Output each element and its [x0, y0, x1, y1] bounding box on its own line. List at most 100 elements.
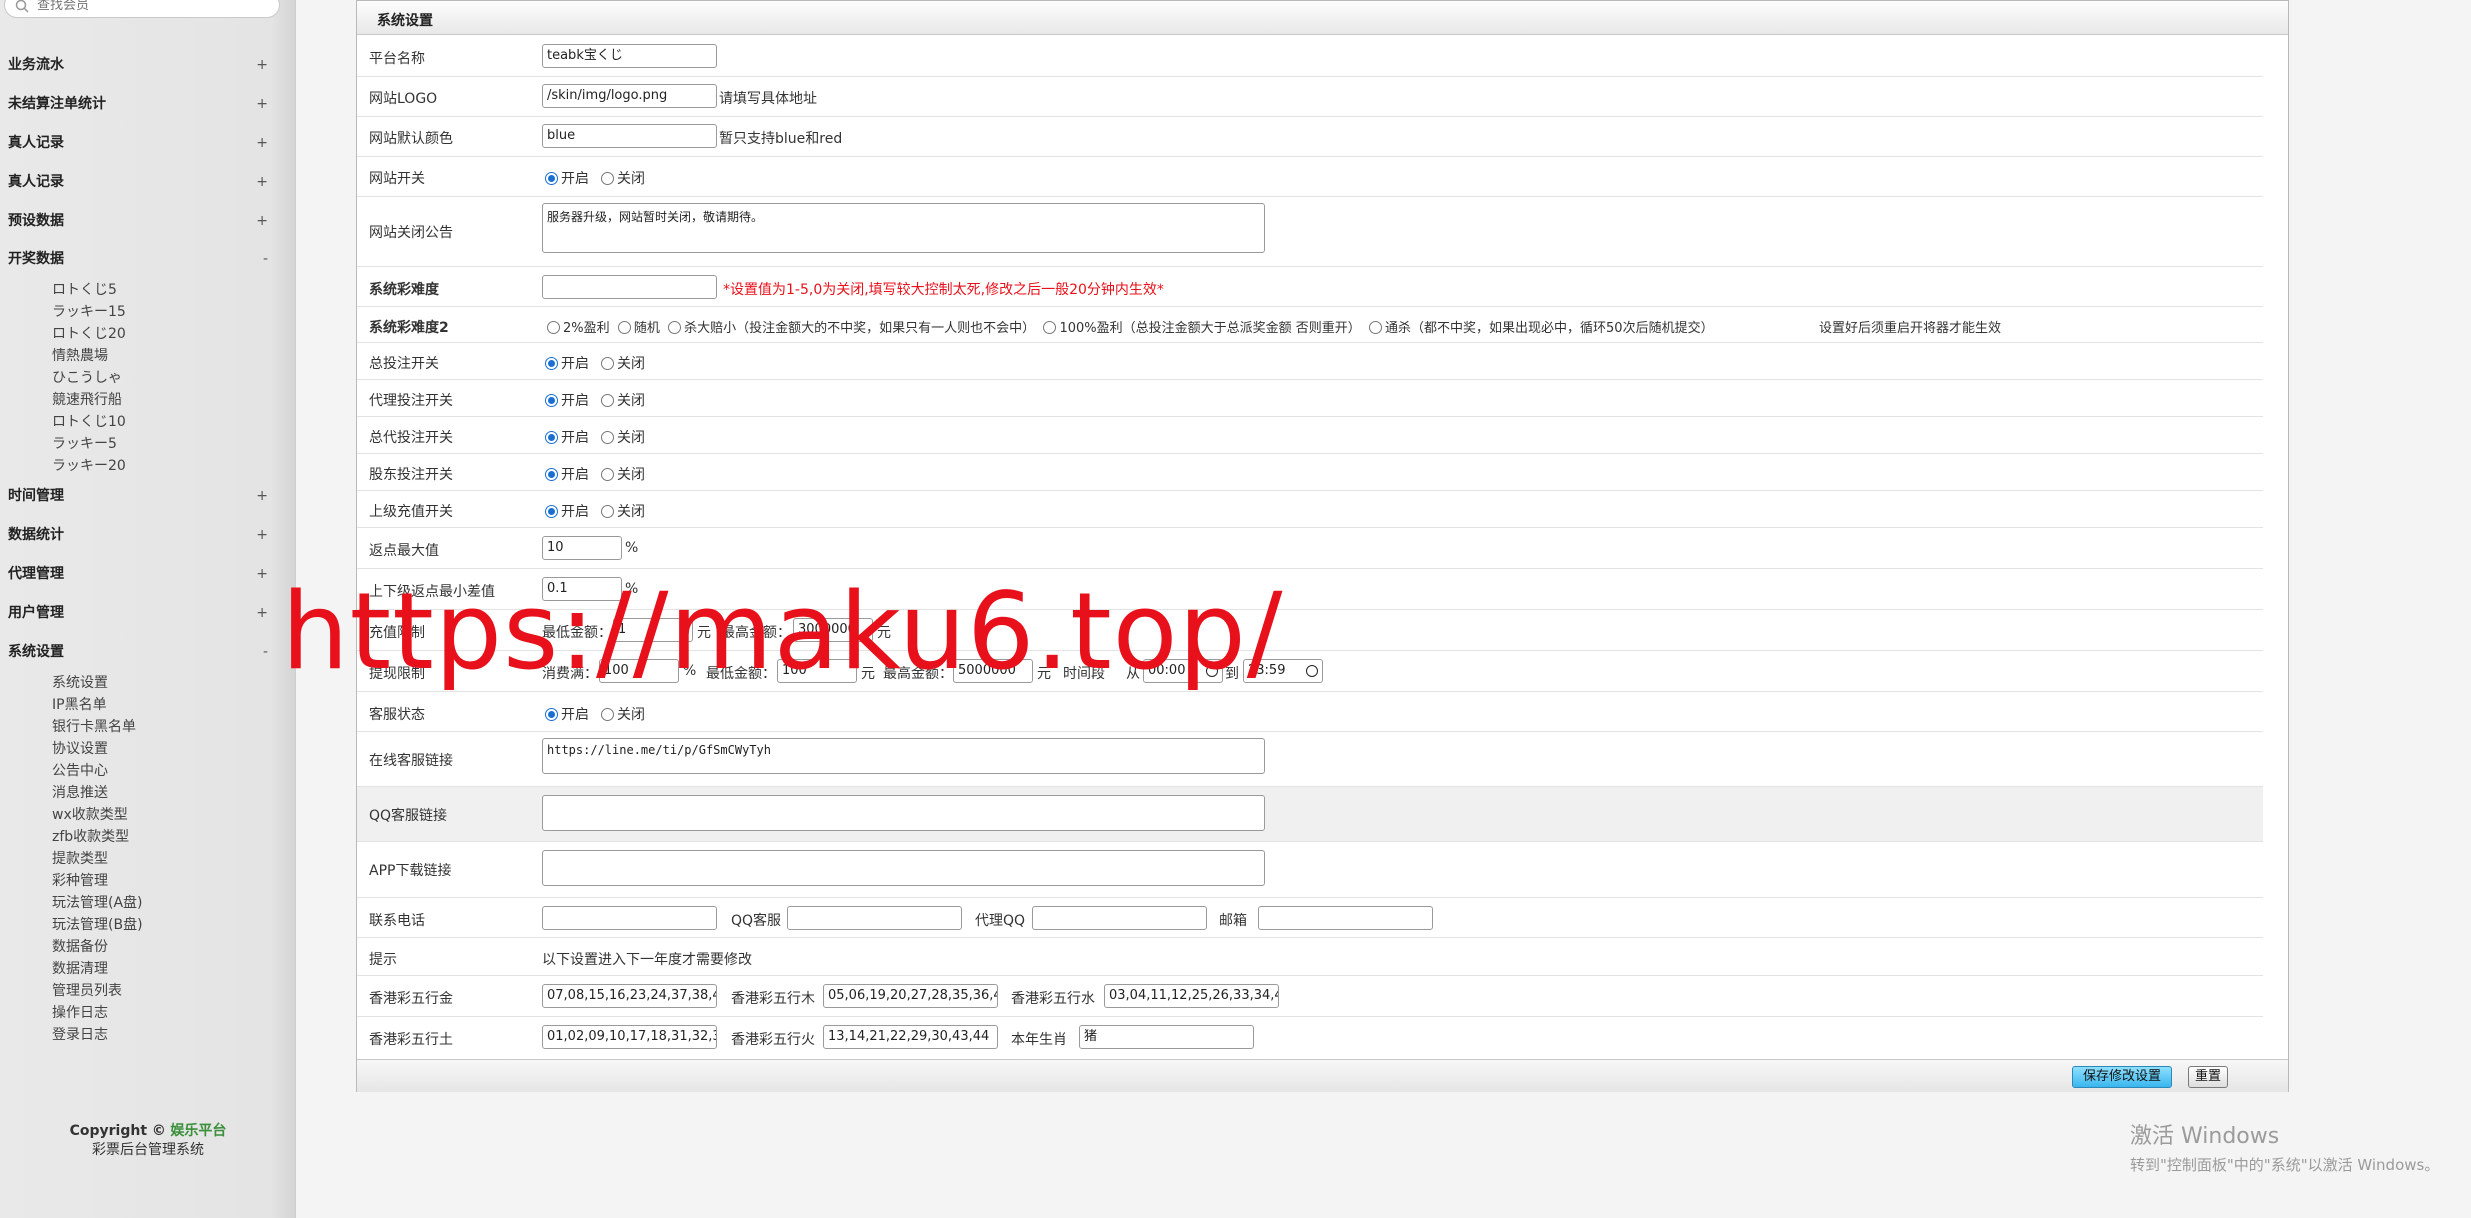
menu-agent-management[interactable]: 代理管理 + [8, 560, 268, 588]
collapse-icon[interactable]: - [263, 638, 268, 666]
site-switch-on-option[interactable]: 开启 [545, 168, 589, 188]
radio-icon[interactable] [617, 321, 631, 334]
radio-checked-icon[interactable] [545, 394, 558, 407]
member-search-input[interactable] [37, 0, 267, 14]
radio-checked-icon[interactable] [545, 505, 558, 518]
qq-service-textarea[interactable] [542, 795, 1265, 831]
sidebar-item-zfb-types[interactable]: zfb收款类型 [52, 826, 129, 848]
sidebar-item-rules-a[interactable]: 玩法管理(A盘) [52, 892, 143, 914]
menu-business-flow[interactable]: 业务流水 + [8, 51, 268, 79]
zodiac-input[interactable]: 猪 [1079, 1025, 1254, 1049]
radio-checked-icon[interactable] [545, 468, 558, 481]
save-settings-button[interactable]: 保存修改设置 [2072, 1066, 2172, 1088]
radio-icon[interactable] [547, 321, 560, 334]
expand-icon[interactable]: + [256, 51, 268, 79]
radio-checked-icon[interactable] [545, 708, 558, 721]
sidebar-item-withdraw-types[interactable]: 提款类型 [52, 848, 108, 870]
menu-system-settings[interactable]: 系统设置 - [8, 638, 268, 666]
sidebar-item-login-log[interactable]: 登录日志 [52, 1024, 108, 1046]
expand-icon[interactable]: + [256, 560, 268, 588]
sidebar-item-data-backup[interactable]: 数据备份 [52, 936, 108, 958]
radio-checked-icon[interactable] [545, 431, 558, 444]
member-search-box[interactable] [4, 0, 280, 18]
radio-icon[interactable] [1369, 321, 1383, 334]
menu-unsettled-stats[interactable]: 未结算注单统计 + [8, 90, 268, 118]
sidebar-item-airship[interactable]: 競速飛行船 [52, 389, 122, 411]
hk-water-input[interactable]: 03,04,11,12,25,26,33,34,41,42 [1104, 984, 1279, 1008]
radio-icon[interactable] [668, 321, 682, 334]
expand-icon[interactable]: + [256, 168, 268, 196]
shareholder-bet-off-option[interactable]: 关闭 [601, 464, 645, 484]
time-from-input[interactable]: 00:00 [1143, 659, 1223, 683]
radio-icon[interactable] [601, 394, 614, 407]
menu-user-management[interactable]: 用户管理 + [8, 599, 268, 627]
sidebar-item-passion-farm[interactable]: 情熱農場 [52, 345, 108, 367]
menu-draw-data[interactable]: 开奖数据 - [8, 245, 268, 273]
upper-recharge-off-option[interactable]: 关闭 [601, 501, 645, 521]
difficulty2-option-profit100[interactable]: 100%盈利（总投注金额大于总派奖金额 否则重开） [1043, 321, 1361, 336]
agent-qq-input[interactable] [1032, 906, 1207, 930]
service-status-on-option[interactable]: 开启 [545, 704, 589, 724]
radio-checked-icon[interactable] [545, 357, 558, 370]
agent-bet-on-option[interactable]: 开启 [545, 390, 589, 410]
radio-icon[interactable] [601, 431, 614, 444]
sidebar-item-lotto20[interactable]: ロトくじ20 [52, 323, 126, 345]
hk-wood-input[interactable]: 05,06,19,20,27,28,35,36,49 [823, 984, 998, 1008]
sidebar-item-hikousha[interactable]: ひこうしゃ [52, 367, 122, 389]
recharge-min-input[interactable]: 1 [613, 618, 693, 642]
radio-icon[interactable] [601, 357, 614, 370]
collapse-icon[interactable]: - [263, 245, 268, 273]
sidebar-item-wx-types[interactable]: wx收款类型 [52, 804, 128, 826]
menu-time-management[interactable]: 时间管理 + [8, 482, 268, 510]
difficulty2-option-profit2[interactable]: 2%盈利 [547, 321, 610, 336]
consume-input[interactable]: 100 [599, 659, 679, 683]
sidebar-item-admin-list[interactable]: 管理员列表 [52, 980, 122, 1002]
sidebar-item-lucky20[interactable]: ラッキー20 [52, 455, 126, 477]
hk-metal-input[interactable]: 07,08,15,16,23,24,37,38,45,46 [542, 984, 717, 1008]
qq-input[interactable] [787, 906, 962, 930]
sidebar-item-operation-log[interactable]: 操作日志 [52, 1002, 108, 1024]
radio-icon[interactable] [601, 172, 614, 185]
sidebar-item-bankcard-blacklist[interactable]: 银行卡黑名单 [52, 716, 136, 738]
hk-earth-input[interactable]: 01,02,09,10,17,18,31,32,39,40,47,48 [542, 1025, 717, 1049]
radio-icon[interactable] [1043, 321, 1057, 334]
rebate-max-input[interactable]: 10 [542, 536, 622, 560]
shareholder-bet-on-option[interactable]: 开启 [545, 464, 589, 484]
bet-switch-on-option[interactable]: 开启 [545, 353, 589, 373]
agent-bet-off-option[interactable]: 关闭 [601, 390, 645, 410]
sidebar-item-notice-center[interactable]: 公告中心 [52, 760, 108, 782]
default-color-input[interactable]: blue [542, 124, 717, 148]
expand-icon[interactable]: + [256, 207, 268, 235]
difficulty-input[interactable] [542, 275, 717, 299]
menu-live-records-2[interactable]: 真人记录 + [8, 168, 268, 196]
difficulty2-option-kill-all[interactable]: 通杀（都不中奖，如果出现必中，循环50次后随机提交） [1369, 321, 1714, 336]
sidebar-item-lotto5[interactable]: ロトくじ5 [52, 279, 117, 301]
general-agent-bet-off-option[interactable]: 关闭 [601, 427, 645, 447]
difficulty2-option-random[interactable]: 随机 [617, 321, 660, 336]
sidebar-item-lucky15[interactable]: ラッキー15 [52, 301, 126, 323]
bet-switch-off-option[interactable]: 关闭 [601, 353, 645, 373]
general-agent-bet-on-option[interactable]: 开启 [545, 427, 589, 447]
logo-input[interactable]: /skin/img/logo.png [542, 84, 717, 108]
menu-data-stats[interactable]: 数据统计 + [8, 521, 268, 549]
hk-fire-input[interactable]: 13,14,21,22,29,30,43,44 [823, 1025, 998, 1049]
sidebar-item-lucky5[interactable]: ラッキー5 [52, 433, 117, 455]
radio-icon[interactable] [601, 468, 614, 481]
platform-name-input[interactable]: teabk宝くじ [542, 44, 717, 68]
sidebar-item-message-push[interactable]: 消息推送 [52, 782, 108, 804]
menu-preset-data[interactable]: 预设数据 + [8, 207, 268, 235]
site-switch-off-option[interactable]: 关闭 [601, 168, 645, 188]
recharge-max-input[interactable]: 3000000 [793, 618, 873, 642]
online-service-textarea[interactable]: https://line.me/ti/p/GfSmCWyTyh [542, 738, 1265, 774]
sidebar-item-system-settings[interactable]: 系统设置 [52, 672, 108, 694]
reset-button[interactable]: 重置 [2188, 1066, 2228, 1088]
radio-icon[interactable] [601, 505, 614, 518]
menu-live-records-1[interactable]: 真人记录 + [8, 129, 268, 157]
service-status-off-option[interactable]: 关闭 [601, 704, 645, 724]
expand-icon[interactable]: + [256, 129, 268, 157]
email-input[interactable] [1258, 906, 1433, 930]
sidebar-item-lotto10[interactable]: ロトくじ10 [52, 411, 126, 433]
withdraw-min-input[interactable]: 100 [777, 659, 857, 683]
rebate-min-diff-input[interactable]: 0.1 [542, 577, 622, 601]
difficulty2-option-kill-big[interactable]: 杀大赔小（投注金额大的不中奖，如果只有一人则也不会中） [668, 321, 1035, 336]
